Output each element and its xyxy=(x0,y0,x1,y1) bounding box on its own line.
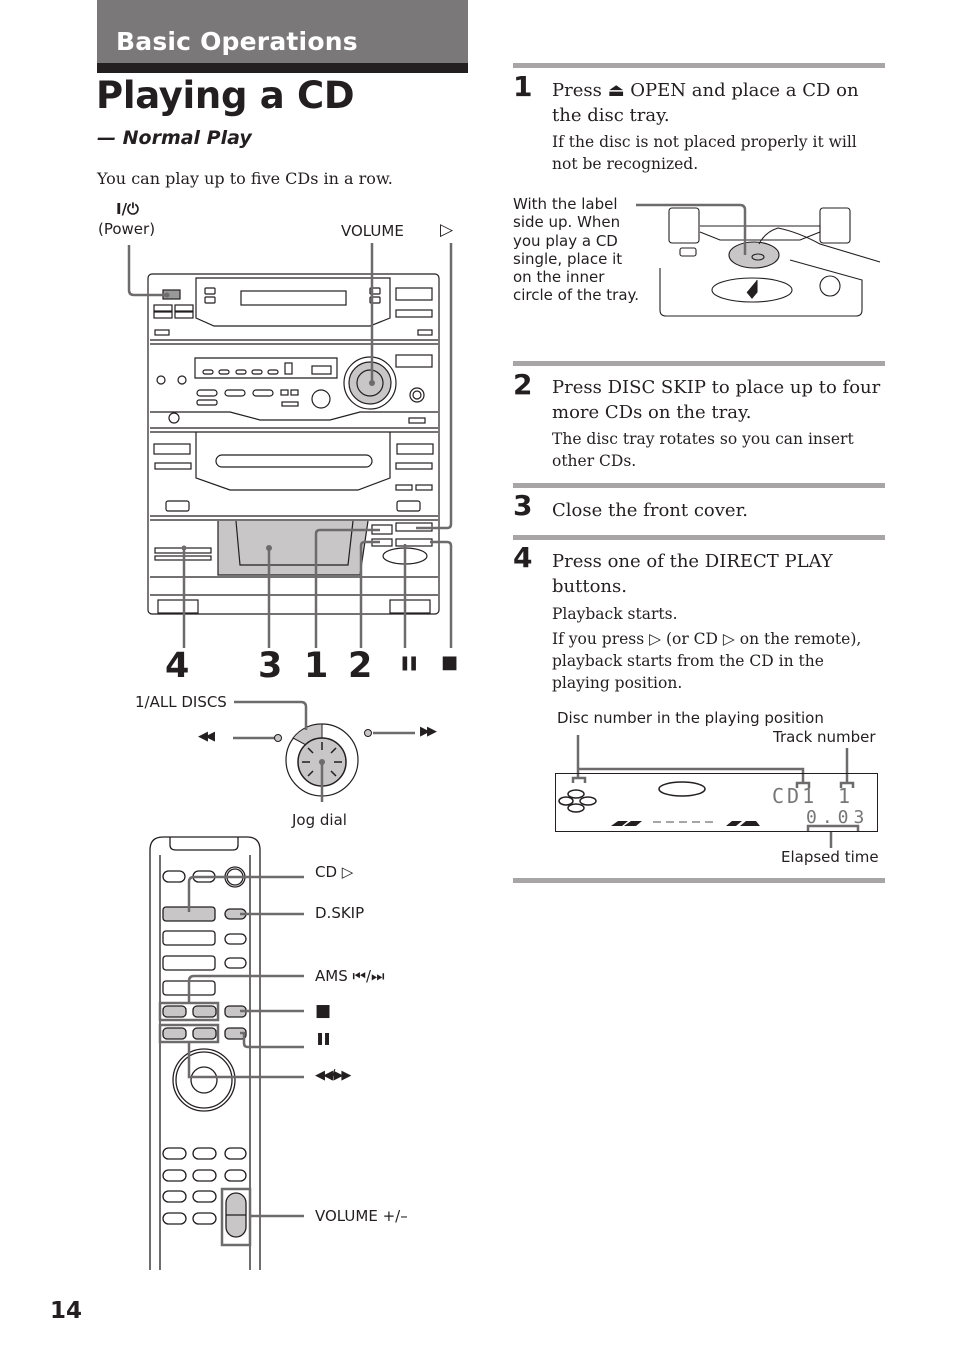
remote-dskip-label: D.SKIP xyxy=(315,904,365,922)
tray-illustration xyxy=(659,207,881,317)
callout-2: 2 xyxy=(348,646,373,686)
remote-stop-icon: ■ xyxy=(315,1001,332,1021)
step-4-number: 4 xyxy=(513,541,533,574)
page-number: 14 xyxy=(50,1298,83,1324)
step-4-instruction: Press one of the DIRECT PLAY buttons. xyxy=(552,551,833,597)
step-4-note-2: If you press ▷ (or CD ▷ on the remote), … xyxy=(552,630,862,692)
elapsed-time-label: Elapsed time xyxy=(781,848,879,866)
tape-door xyxy=(215,454,373,468)
power-symbol: I/⏻ xyxy=(116,200,139,218)
step-2-note: The disc tray rotates so you can insert … xyxy=(552,430,854,470)
step-1-instruction: Press ⏏ OPEN and place a CD on the disc … xyxy=(552,80,859,126)
step-1-number: 1 xyxy=(513,70,533,103)
lcd-display: CD1 1 0.03 xyxy=(555,773,878,832)
tray-note: With the label side up. When you play a … xyxy=(513,195,640,305)
disc-number-label: Disc number in the playing position xyxy=(557,709,824,727)
callout-3: 3 xyxy=(258,646,283,686)
step-2-rule xyxy=(513,361,885,366)
bottom-rule xyxy=(513,878,885,883)
tuner-panel xyxy=(195,277,391,327)
track-number-label: Track number xyxy=(773,728,876,746)
step-4-note: Playback starts. xyxy=(552,605,678,623)
remote-pause-icon: ❚❚ xyxy=(315,1031,332,1045)
step-1-note: If the disc is not placed properly it wi… xyxy=(552,133,857,173)
callout-4: 4 xyxy=(165,646,190,686)
amp-panel xyxy=(194,357,338,379)
all-discs-label: 1/ALL DISCS xyxy=(135,693,227,711)
main-display xyxy=(240,290,347,306)
cd-readout: CD1 xyxy=(772,784,818,808)
jog-dial-illustration xyxy=(233,700,415,802)
remote-ams-label: AMS ⏮/⏭ xyxy=(315,967,385,985)
time-readout: 0.03 xyxy=(806,807,870,828)
remote-cd-play-label: CD ▷ xyxy=(315,863,354,881)
remote-volume-label: VOLUME +/– xyxy=(315,1207,408,1225)
rewind-icon: ◀◀ xyxy=(198,729,215,744)
step-3-number: 3 xyxy=(513,489,533,522)
step-2-number: 2 xyxy=(513,368,533,401)
callout-1: 1 xyxy=(304,646,329,686)
track-readout: 1 xyxy=(838,784,854,808)
multi-jog xyxy=(311,389,331,409)
step-3-rule xyxy=(513,483,885,488)
jog-dial-label: Jog dial xyxy=(292,811,347,829)
remote-illustration xyxy=(149,836,261,1270)
volume-label: VOLUME xyxy=(341,222,404,240)
power-label: (Power) xyxy=(98,220,156,238)
step-2-instruction: Press DISC SKIP to place up to four more… xyxy=(552,377,881,423)
play-icon: ▷ xyxy=(440,220,454,240)
remote-rew-ff-label: ◀◀/▶▶ xyxy=(315,1068,351,1083)
pause-icon: ❚❚ xyxy=(399,655,420,671)
step-3-instruction: Close the front cover. xyxy=(552,500,748,521)
step-1-rule xyxy=(513,63,885,68)
fast-forward-icon: ▶▶ xyxy=(420,724,437,739)
stop-icon: ■ xyxy=(441,652,459,673)
step-4-rule xyxy=(513,535,885,540)
